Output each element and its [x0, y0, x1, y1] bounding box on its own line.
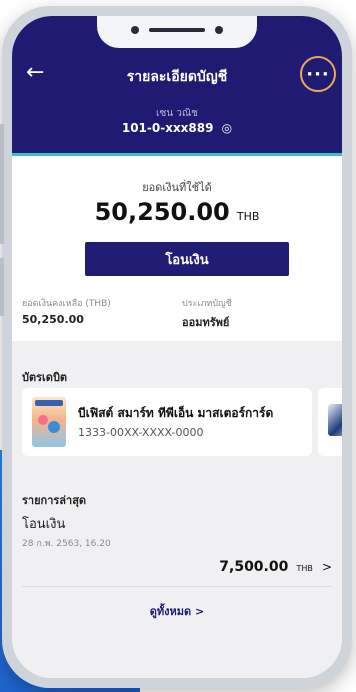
debit-card-name: บีเฟิสต์ สมาร์ท ทีพีเอ็น มาสเตอร์การ์ด — [78, 406, 274, 420]
debit-card-image — [328, 404, 342, 436]
card-logo-icon — [35, 400, 63, 406]
remaining-balance-label: ยอดเงินคงเหลือ (THB) — [22, 299, 111, 309]
phone-frame: ← รายละเอียดบัญชี ··· เซน วณิช 101-0-xxx… — [0, 6, 352, 688]
transaction-name: โอนเงิน — [22, 517, 66, 532]
recent-transactions-title: รายการล่าสุด — [22, 494, 87, 507]
available-balance-label: ยอดเงินที่ใช้ได้ — [142, 181, 212, 194]
remaining-balance-block: ยอดเงินคงเหลือ (THB) 50,250.00 — [22, 296, 111, 326]
more-icon: ··· — [306, 63, 330, 85]
account-kind-value: ออมทรัพย์ — [182, 316, 230, 329]
side-button — [0, 258, 4, 316]
transaction-amount: 7,500.00 — [219, 559, 289, 575]
side-button — [0, 124, 4, 244]
transaction-amount-row[interactable]: 7,500.00 THB > — [219, 556, 332, 575]
account-number-text: 101-0-xxx889 — [121, 121, 214, 135]
available-balance: 50,250.00 THB — [12, 198, 342, 226]
chevron-right-icon: > — [321, 560, 332, 574]
see-all-label: ดูทั้งหมด — [149, 605, 192, 618]
speaker-grille — [149, 28, 205, 32]
account-kind-block: ประเภทบัญชี ออมทรัพย์ — [182, 296, 232, 331]
transfer-button[interactable]: โอนเงิน — [85, 242, 289, 276]
debit-card-number: 1333-00XX-XXXX-0000 — [78, 426, 204, 439]
transaction-date: 28 ก.พ. 2563, 16.20 — [22, 539, 111, 549]
balance-card: ยอดเงินที่ใช้ได้ 50,250.00 THB โอนเงิน ย… — [12, 156, 342, 341]
debit-card-section-title: บัตรเดบิต — [22, 371, 68, 384]
phone-notch — [97, 16, 257, 48]
divider — [22, 586, 332, 587]
debit-card-tile-next[interactable] — [318, 388, 342, 456]
phone-screen: ← รายละเอียดบัญชี ··· เซน วณิช 101-0-xxx… — [12, 16, 342, 678]
available-balance-currency: THB — [236, 210, 260, 223]
eye-icon[interactable]: ◎ — [222, 121, 232, 135]
account-kind-label: ประเภทบัญชี — [182, 299, 232, 309]
card-art-shape — [38, 415, 48, 425]
more-options-button[interactable]: ··· — [300, 56, 336, 92]
debit-card-tile[interactable]: บีเฟิสต์ สมาร์ท ทีพีเอ็น มาสเตอร์การ์ด 1… — [22, 388, 312, 456]
account-holder-label: เซน วณิช — [156, 108, 198, 119]
camera-icon — [131, 26, 139, 34]
account-number: 101-0-xxx889 ◎ — [12, 121, 342, 135]
sensor-icon — [215, 26, 223, 34]
available-balance-amount: 50,250.00 — [94, 198, 230, 226]
see-all-link[interactable]: ดูทั้งหมด > — [12, 602, 342, 620]
remaining-balance-value: 50,250.00 — [22, 313, 84, 326]
chevron-right-icon: > — [195, 605, 205, 618]
transaction-currency: THB — [296, 564, 313, 573]
debit-card-image — [32, 397, 66, 447]
page-title: รายละเอียดบัญชี — [126, 69, 228, 85]
card-art-shape — [48, 421, 60, 433]
